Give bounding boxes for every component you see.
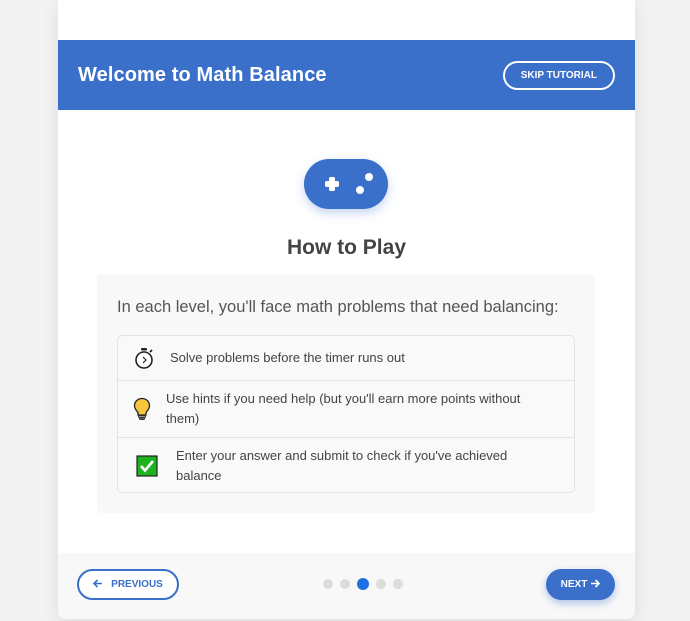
arrow-right-icon bbox=[590, 578, 601, 591]
step-dot[interactable] bbox=[376, 579, 386, 589]
list-item-text: Solve problems before the timer runs out bbox=[170, 350, 405, 365]
dialog-header: Welcome to Math Balance SKIP TUTORIAL bbox=[58, 40, 635, 110]
stopwatch-icon bbox=[118, 347, 170, 369]
list-item-text: Enter your answer and submit to check if… bbox=[176, 448, 508, 483]
section-title: How to Play bbox=[286, 236, 407, 259]
gamepad-icon bbox=[304, 159, 388, 209]
previous-label: PREVIOUS bbox=[111, 579, 163, 590]
list-item: Solve problems before the timer runs out bbox=[118, 336, 574, 381]
next-button[interactable]: NEXT bbox=[546, 569, 615, 600]
lightbulb-icon bbox=[118, 397, 166, 421]
list-item-text: Use hints if you need help (but you'll e… bbox=[166, 391, 521, 426]
step-dot-active[interactable] bbox=[357, 578, 369, 590]
step-indicator bbox=[323, 578, 403, 590]
instruction-list: Solve problems before the timer runs out… bbox=[117, 335, 575, 493]
checkmark-icon bbox=[118, 455, 176, 477]
instructions-panel: In each level, you'll face math problems… bbox=[97, 274, 595, 513]
tutorial-dialog: Welcome to Math Balance SKIP TUTORIAL Ho… bbox=[58, 0, 635, 619]
step-dot[interactable] bbox=[340, 579, 350, 589]
list-item: Use hints if you need help (but you'll e… bbox=[118, 381, 574, 438]
step-dot[interactable] bbox=[323, 579, 333, 589]
step-dot[interactable] bbox=[393, 579, 403, 589]
arrow-left-icon bbox=[93, 578, 103, 591]
dialog-title: Welcome to Math Balance bbox=[78, 63, 327, 86]
skip-tutorial-button[interactable]: SKIP TUTORIAL bbox=[502, 60, 615, 90]
previous-button[interactable]: PREVIOUS bbox=[77, 569, 179, 600]
list-item: Enter your answer and submit to check if… bbox=[118, 438, 574, 494]
dialog-footer: PREVIOUS NEXT bbox=[58, 553, 635, 619]
intro-text: In each level, you'll face math problems… bbox=[117, 298, 559, 316]
next-label: NEXT bbox=[560, 579, 588, 590]
